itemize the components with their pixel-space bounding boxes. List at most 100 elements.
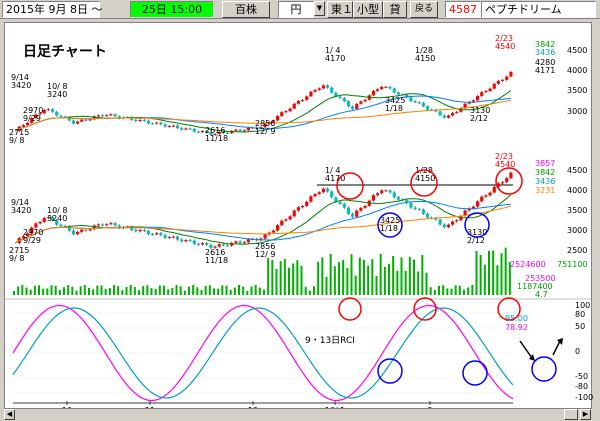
volume-bar (142, 286, 145, 295)
rci-scale-label: -80 (575, 382, 588, 391)
lower-candle (351, 213, 355, 217)
volume-bar (471, 285, 474, 295)
scroll-right-icon[interactable]: ▶ (580, 409, 591, 420)
size-label: 小型 (353, 1, 383, 18)
volume-bar (254, 285, 257, 295)
volume-bar (200, 289, 203, 295)
upper-point-label: 1/18 (385, 104, 403, 113)
upper-candle (163, 124, 167, 127)
upper-candle (134, 119, 138, 122)
lower-candle (138, 229, 142, 232)
lower-candle (242, 242, 246, 244)
chevron-down-icon[interactable]: ▼ (314, 1, 325, 16)
lower-candle (276, 225, 280, 231)
lower-candle (309, 196, 313, 202)
rci-chart: 10080500-50-80-10095.0078.929・13日RCI1011… (12, 297, 593, 415)
lower-point-label: 11/18 (205, 256, 228, 265)
volume-bar (296, 260, 299, 295)
volume-bar (83, 285, 86, 295)
lower-point-label: 12/ 9 (255, 250, 276, 259)
volume-bar (392, 256, 395, 295)
volume-bar (38, 285, 40, 295)
code-field[interactable]: 4587 (445, 1, 481, 18)
lower-candle (217, 244, 221, 247)
lower-point-label: 1/18 (380, 224, 398, 233)
volume-bar (404, 270, 407, 295)
scroll-left-icon[interactable]: ◀ (4, 409, 15, 420)
lower-candle (221, 244, 225, 246)
lower-candle (326, 188, 330, 192)
lower-candle (501, 182, 505, 184)
upper-point-label: 3240 (47, 90, 67, 99)
volume-bar (29, 289, 32, 295)
horizontal-scrollbar[interactable]: ◀ ▶ (4, 408, 592, 420)
back-button[interactable]: 戻る (410, 1, 438, 18)
volume-bar (400, 257, 403, 295)
volume-bar (321, 257, 324, 295)
lower-point-label: 9/ 8 (9, 254, 24, 263)
upper-candle (59, 115, 63, 117)
upper-candle (346, 101, 350, 107)
volume-bar (283, 258, 286, 295)
volume-bar (363, 259, 365, 295)
volume-bar (467, 287, 470, 295)
upper-scale-label: 3000 (567, 107, 587, 116)
lower-point-label: 9/29 (23, 236, 41, 245)
upper-candle (496, 80, 500, 84)
volume-bar (288, 267, 290, 295)
upper-point-label: 11/18 (205, 134, 228, 143)
volume-bar (125, 286, 128, 295)
lower-candle (113, 223, 117, 226)
volume-bar (213, 288, 215, 295)
upper-candle (392, 88, 396, 93)
currency-select[interactable]: 円 (278, 1, 314, 18)
volume-bar (50, 285, 53, 295)
upper-candle (171, 125, 175, 127)
upper-candle (26, 122, 30, 126)
upper-candle (138, 119, 142, 122)
period-field[interactable]: 25日 15:00 (130, 1, 214, 18)
lower-candle-chart: 4500400035003000250038573842343632312/23… (9, 152, 587, 265)
lower-candle (96, 224, 100, 226)
volume-bar (150, 288, 153, 295)
scroll-thumb[interactable] (564, 409, 578, 420)
upper-candle (317, 88, 321, 90)
lower-candle (376, 193, 380, 196)
upper-candle (455, 111, 459, 113)
upper-candle (409, 97, 413, 102)
volume-bar (96, 285, 99, 295)
upper-candle (451, 112, 455, 116)
upper-candle (384, 86, 388, 88)
lower-candle (226, 245, 230, 247)
upper-candle (296, 100, 300, 104)
upper-candle (505, 76, 509, 80)
red-highlight-circle (338, 297, 362, 321)
upper-candle (484, 91, 488, 93)
volume-bar (179, 286, 182, 295)
lower-point-label: 4150 (415, 174, 435, 183)
lower-candle (355, 210, 359, 217)
volume-bar (279, 261, 282, 295)
volume-bar (313, 286, 315, 295)
volume-chart: 2524600 75110025350011874004.7 (5, 247, 593, 300)
lower-ma-line (14, 205, 512, 244)
stock-name: ペプチドリーム (481, 1, 596, 18)
upper-candle (363, 99, 367, 102)
lower-candle (76, 231, 80, 235)
volume-bar (46, 288, 49, 295)
volume-bar (175, 285, 178, 295)
volume-bar (158, 285, 161, 295)
lower-candle (380, 190, 384, 194)
lower-candle (155, 233, 159, 235)
lower-candle (176, 236, 180, 240)
upper-point-label: 9/29 (23, 114, 41, 123)
volume-bar (463, 289, 465, 295)
upper-candle (338, 96, 342, 99)
red-highlight-circle (495, 167, 523, 195)
chart-svg: 日足チャート 450040003500300038423436428041712… (5, 34, 593, 415)
volume-bar (33, 285, 36, 295)
upper-candle (509, 71, 513, 77)
volume-bar (496, 265, 499, 295)
date-field[interactable]: 2015年 9月 8日 ～ (2, 1, 102, 18)
volume-bar (146, 285, 149, 295)
